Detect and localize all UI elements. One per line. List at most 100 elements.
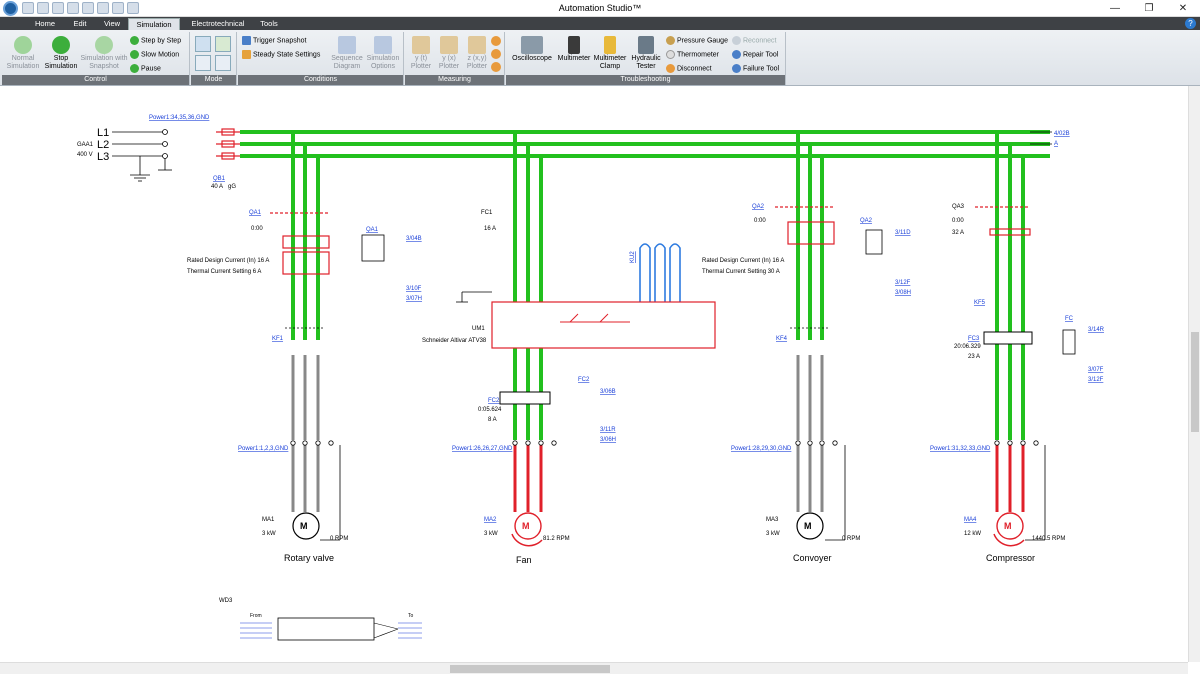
ma2-link[interactable]: MA2 (484, 517, 497, 523)
qb1-fuses (216, 128, 240, 160)
schematic-canvas[interactable]: Power1:34,35,36,GND GAA1 400 V L1 L2 L3 … (0, 86, 1188, 662)
minimize-button[interactable]: — (1098, 0, 1132, 17)
app-window: Automation Studio™ — ❐ ✕ Home Edit View … (0, 0, 1200, 674)
fc2-aux-ref-link[interactable]: 3/06B (600, 389, 616, 395)
reconnect-button[interactable]: Reconnect (732, 36, 776, 45)
qa1-link[interactable]: QA1 (249, 210, 262, 216)
thermometer-button[interactable]: Thermometer (666, 50, 719, 59)
trigger-snapshot-button[interactable]: Trigger Snapshot (242, 36, 306, 45)
simulation-options-button[interactable]: Simulation Options (364, 36, 402, 71)
qa3-current: 32 A (952, 230, 964, 236)
power-ref-1-link[interactable]: Power1:1,2,3,GND (238, 446, 289, 452)
fc2-link[interactable]: FC2 (488, 398, 500, 404)
fc2-aux-link[interactable]: FC2 (578, 377, 590, 383)
horizontal-scrollbar[interactable] (0, 662, 1188, 674)
qa2-aux-ref-link[interactable]: 3/11D (895, 230, 911, 236)
ribbon-tabs: Home Edit View Simulation Electrotechnic… (0, 17, 1200, 30)
qb1-rating: 40 A (211, 184, 223, 190)
ku2-link[interactable]: KU2 (630, 251, 636, 263)
stop-simulation-button[interactable]: Stop Simulation (42, 36, 80, 71)
power-ref-2-link[interactable]: Power1:26,26,27,GND (452, 446, 513, 452)
qa1-thermal-setting: Thermal Current Setting 6 A (187, 269, 261, 275)
qa1-time: 0:00 (251, 226, 263, 232)
qa1-aux-link[interactable]: QA1 (366, 227, 379, 233)
supply-ref-link[interactable]: Power1:34,35,36,GND (149, 115, 210, 121)
mode-icon-2[interactable] (215, 36, 231, 52)
qa2-ref3-link[interactable]: 3/08H (895, 290, 911, 296)
pressure-gauge-button[interactable]: Pressure Gauge (666, 36, 728, 45)
measure-icon-2[interactable] (491, 49, 501, 59)
fc-ref2-link[interactable]: 3/07F (1088, 367, 1104, 373)
oscilloscope-button[interactable]: Oscilloscope (508, 36, 556, 63)
qb1-link[interactable]: QB1 (213, 176, 226, 182)
gauge-icon (666, 36, 675, 45)
failure-tool-button[interactable]: Failure Tool (732, 64, 779, 73)
measure-icon-1[interactable] (491, 36, 501, 46)
disconnect-label: Disconnect (677, 65, 712, 73)
wd3-to-header: To (408, 613, 414, 619)
trigger-snapshot-label: Trigger Snapshot (253, 37, 307, 45)
tab-tools[interactable]: Tools (254, 18, 284, 30)
ma4-link[interactable]: MA4 (964, 517, 977, 523)
tab-home[interactable]: Home (28, 18, 62, 30)
qa2-ref2-link[interactable]: 3/12F (895, 280, 911, 286)
vertical-scrollbar[interactable] (1188, 86, 1200, 662)
kf4-link[interactable]: KF4 (776, 336, 788, 342)
step-by-step-button[interactable]: Step by Step (130, 36, 181, 45)
qa1-ref3-link[interactable]: 3/07H (406, 296, 422, 302)
simulation-snapshot-button[interactable]: Simulation with Snapshot (80, 36, 128, 71)
fc2-ref3-link[interactable]: 3/06H (600, 437, 616, 443)
tab-edit[interactable]: Edit (64, 18, 96, 30)
yt-plotter-button[interactable]: y (t) Plotter (407, 36, 435, 71)
fc2-ref2-link[interactable]: 3/11R (600, 427, 616, 433)
yx-plotter-button[interactable]: y (x) Plotter (435, 36, 463, 71)
mode-icon-4[interactable] (215, 55, 231, 71)
qa2-aux-link[interactable]: QA2 (860, 218, 873, 224)
qa2-link[interactable]: QA2 (752, 204, 765, 210)
vertical-scroll-thumb[interactable] (1191, 332, 1199, 432)
simulation-options-label: Simulation Options (366, 55, 400, 70)
kf1-link[interactable]: KF1 (272, 336, 284, 342)
help-icon[interactable]: ? (1185, 18, 1196, 29)
tab-view[interactable]: View (98, 18, 126, 30)
mode-icon-3[interactable] (195, 55, 211, 71)
normal-simulation-button[interactable]: Normal Simulation (4, 36, 42, 71)
measure-icon-3[interactable] (491, 62, 501, 72)
slow-motion-button[interactable]: Slow Motion (130, 50, 179, 59)
fc-aux-link[interactable]: FC (1065, 316, 1074, 322)
horizontal-scroll-thumb[interactable] (450, 665, 610, 673)
out-ref-link[interactable]: 4/02B (1054, 131, 1070, 137)
pause-button[interactable]: Pause (130, 64, 161, 73)
reconnect-label: Reconnect (743, 37, 777, 45)
fc-ref3-link[interactable]: 3/12F (1088, 377, 1104, 383)
zxy-plotter-button[interactable]: z (x,y) Plotter (463, 36, 491, 71)
mode-icon-1[interactable] (195, 36, 211, 52)
qa1-aux-ref-link[interactable]: 3/04B (406, 236, 422, 242)
window-controls: — ❐ ✕ (1098, 0, 1200, 17)
power-ref-4-link[interactable]: Power1:31,32,33,GND (930, 446, 991, 452)
disconnect-button[interactable]: Disconnect (666, 64, 712, 73)
maximize-button[interactable]: ❐ (1132, 0, 1166, 17)
steady-state-button[interactable]: Steady State Settings (242, 50, 320, 59)
qa1-ref2-link[interactable]: 3/10F (406, 286, 422, 292)
fc-aux-ref-link[interactable]: 3/14R (1088, 327, 1105, 333)
out-ref-link-2[interactable]: A (1054, 141, 1058, 147)
tab-electrotechnical[interactable]: Electrotechnical (186, 18, 250, 30)
kf5-link[interactable]: KF5 (974, 300, 986, 306)
fc3-link[interactable]: FC3 (968, 336, 980, 342)
zxy-plotter-label: z (x,y) Plotter (466, 55, 488, 70)
sequence-diagram-button[interactable]: Sequence Diagram (328, 36, 366, 71)
ma1-speed: 0 RPM (330, 536, 348, 542)
step-icon (130, 36, 139, 45)
fc3-current: 23 A (968, 354, 980, 360)
power-ref-3-link[interactable]: Power1:28,29,30,GND (731, 446, 792, 452)
hydraulic-tester-button[interactable]: Hydraulic Tester (628, 36, 664, 71)
repair-tool-button[interactable]: Repair Tool (732, 50, 778, 59)
close-button[interactable]: ✕ (1166, 0, 1200, 17)
fc2-time: 0:05.624 (478, 407, 502, 413)
multimeter-button[interactable]: Multimeter (556, 36, 592, 63)
clamp-icon (604, 36, 616, 54)
supply-terminals (162, 129, 168, 159)
tab-simulation[interactable]: Simulation (128, 18, 180, 30)
multimeter-clamp-button[interactable]: Multimeter Clamp (592, 36, 628, 71)
